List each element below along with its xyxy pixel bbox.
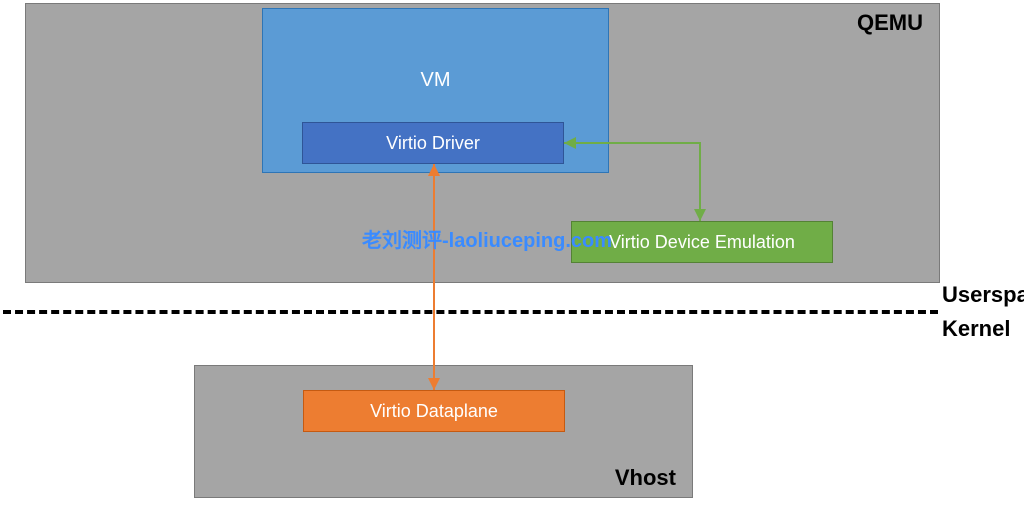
diagram-canvas: QEMU VM Virtio Driver Virtio Device Emul…: [0, 0, 1024, 508]
virtio-dataplane-label: Virtio Dataplane: [370, 401, 498, 422]
virtio-device-emulation-label: Virtio Device Emulation: [609, 232, 795, 253]
qemu-label: QEMU: [857, 10, 923, 36]
virtio-driver-box: Virtio Driver: [302, 122, 564, 164]
userspace-kernel-divider: [3, 310, 938, 314]
virtio-dataplane-box: Virtio Dataplane: [303, 390, 565, 432]
watermark-text: 老刘测评-laoliuceping.com: [362, 224, 612, 253]
vhost-label: Vhost: [615, 465, 676, 491]
kernel-label: Kernel: [942, 316, 1010, 342]
vm-label: VM: [263, 69, 608, 92]
virtio-driver-label: Virtio Driver: [386, 133, 480, 154]
userspace-label: Userspace: [942, 282, 1024, 308]
